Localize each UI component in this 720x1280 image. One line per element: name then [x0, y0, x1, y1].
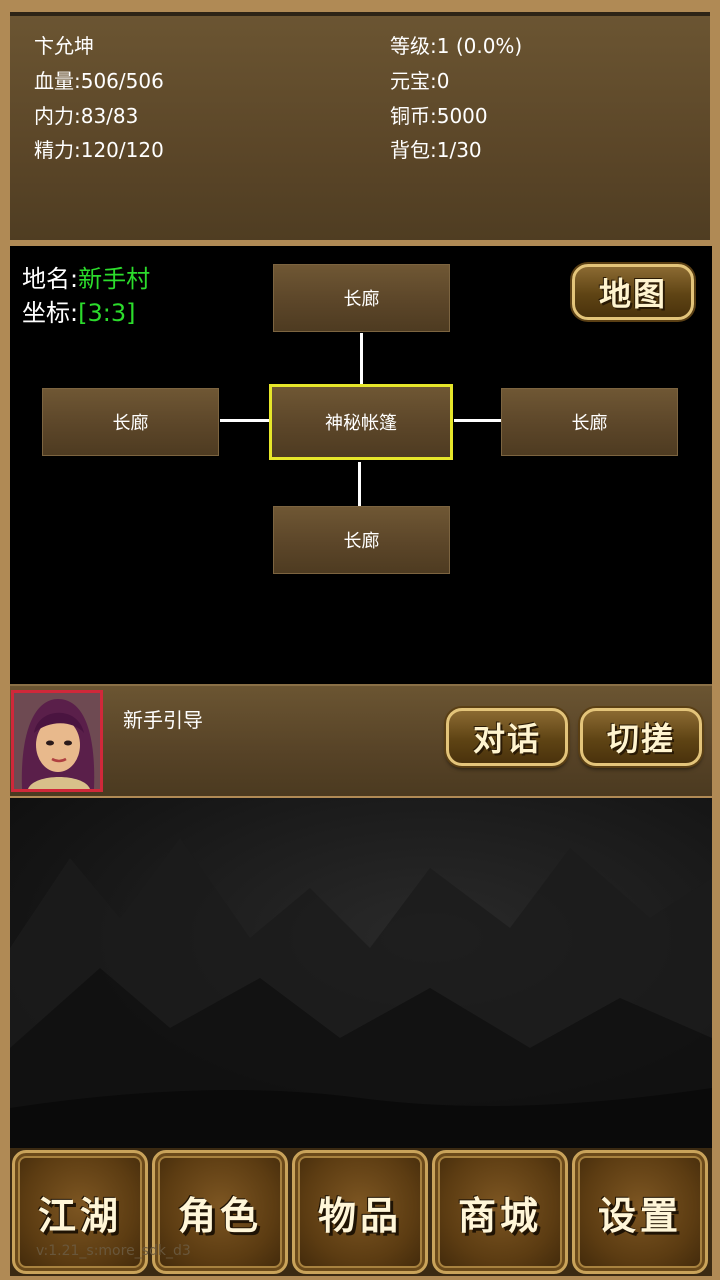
npc-portrait-image — [14, 693, 100, 789]
mountain-landscape-image — [10, 838, 712, 1148]
connector-east — [454, 419, 502, 422]
spar-button[interactable]: 切搓 — [580, 708, 702, 766]
player-copper: 铜币:5000 — [390, 104, 488, 128]
connector-north — [360, 333, 363, 385]
location-name-label: 地名: — [22, 265, 79, 293]
player-mp: 内力:83/83 — [34, 104, 139, 128]
location-coord: 坐标:[3:3] — [22, 298, 135, 328]
room-south[interactable]: 长廊 — [273, 506, 450, 574]
location-coord-value: [3:3] — [78, 299, 136, 327]
location-coord-label: 坐标: — [22, 299, 79, 327]
nav-shop-button[interactable]: 商城 — [432, 1150, 568, 1274]
player-stats-panel: 卞允坤 血量:506/506 内力:83/83 精力:120/120 等级:1 … — [10, 12, 710, 240]
location-name: 地名:新手村 — [22, 264, 150, 294]
nav-items-button[interactable]: 物品 — [292, 1150, 428, 1274]
scenery-background — [10, 798, 712, 1148]
room-current[interactable]: 神秘帐篷 — [269, 384, 453, 460]
connector-west — [220, 419, 270, 422]
version-label: v:1.21_s:more_sdk_d3 — [36, 1243, 191, 1259]
room-west[interactable]: 长廊 — [42, 388, 219, 456]
room-map: 地名:新手村 坐标:[3:3] 地图 长廊 长廊 神秘帐篷 长廊 长廊 — [10, 246, 712, 684]
player-level: 等级:1 (0.0%) — [390, 34, 523, 58]
player-yuanbao: 元宝:0 — [390, 69, 450, 93]
room-north[interactable]: 长廊 — [273, 264, 450, 332]
location-name-value: 新手村 — [78, 265, 151, 293]
player-bag: 背包:1/30 — [390, 138, 482, 162]
map-button[interactable]: 地图 — [572, 264, 694, 320]
npc-name: 新手引导 — [123, 708, 203, 732]
connector-south — [358, 462, 361, 506]
player-stamina: 精力:120/120 — [34, 138, 164, 162]
talk-button[interactable]: 对话 — [446, 708, 568, 766]
player-name: 卞允坤 — [34, 34, 94, 58]
room-east[interactable]: 长廊 — [501, 388, 678, 456]
npc-bar: 新手引导 对话 切搓 — [10, 684, 712, 796]
player-hp: 血量:506/506 — [34, 69, 164, 93]
nav-settings-button[interactable]: 设置 — [572, 1150, 708, 1274]
npc-avatar[interactable] — [11, 690, 103, 792]
